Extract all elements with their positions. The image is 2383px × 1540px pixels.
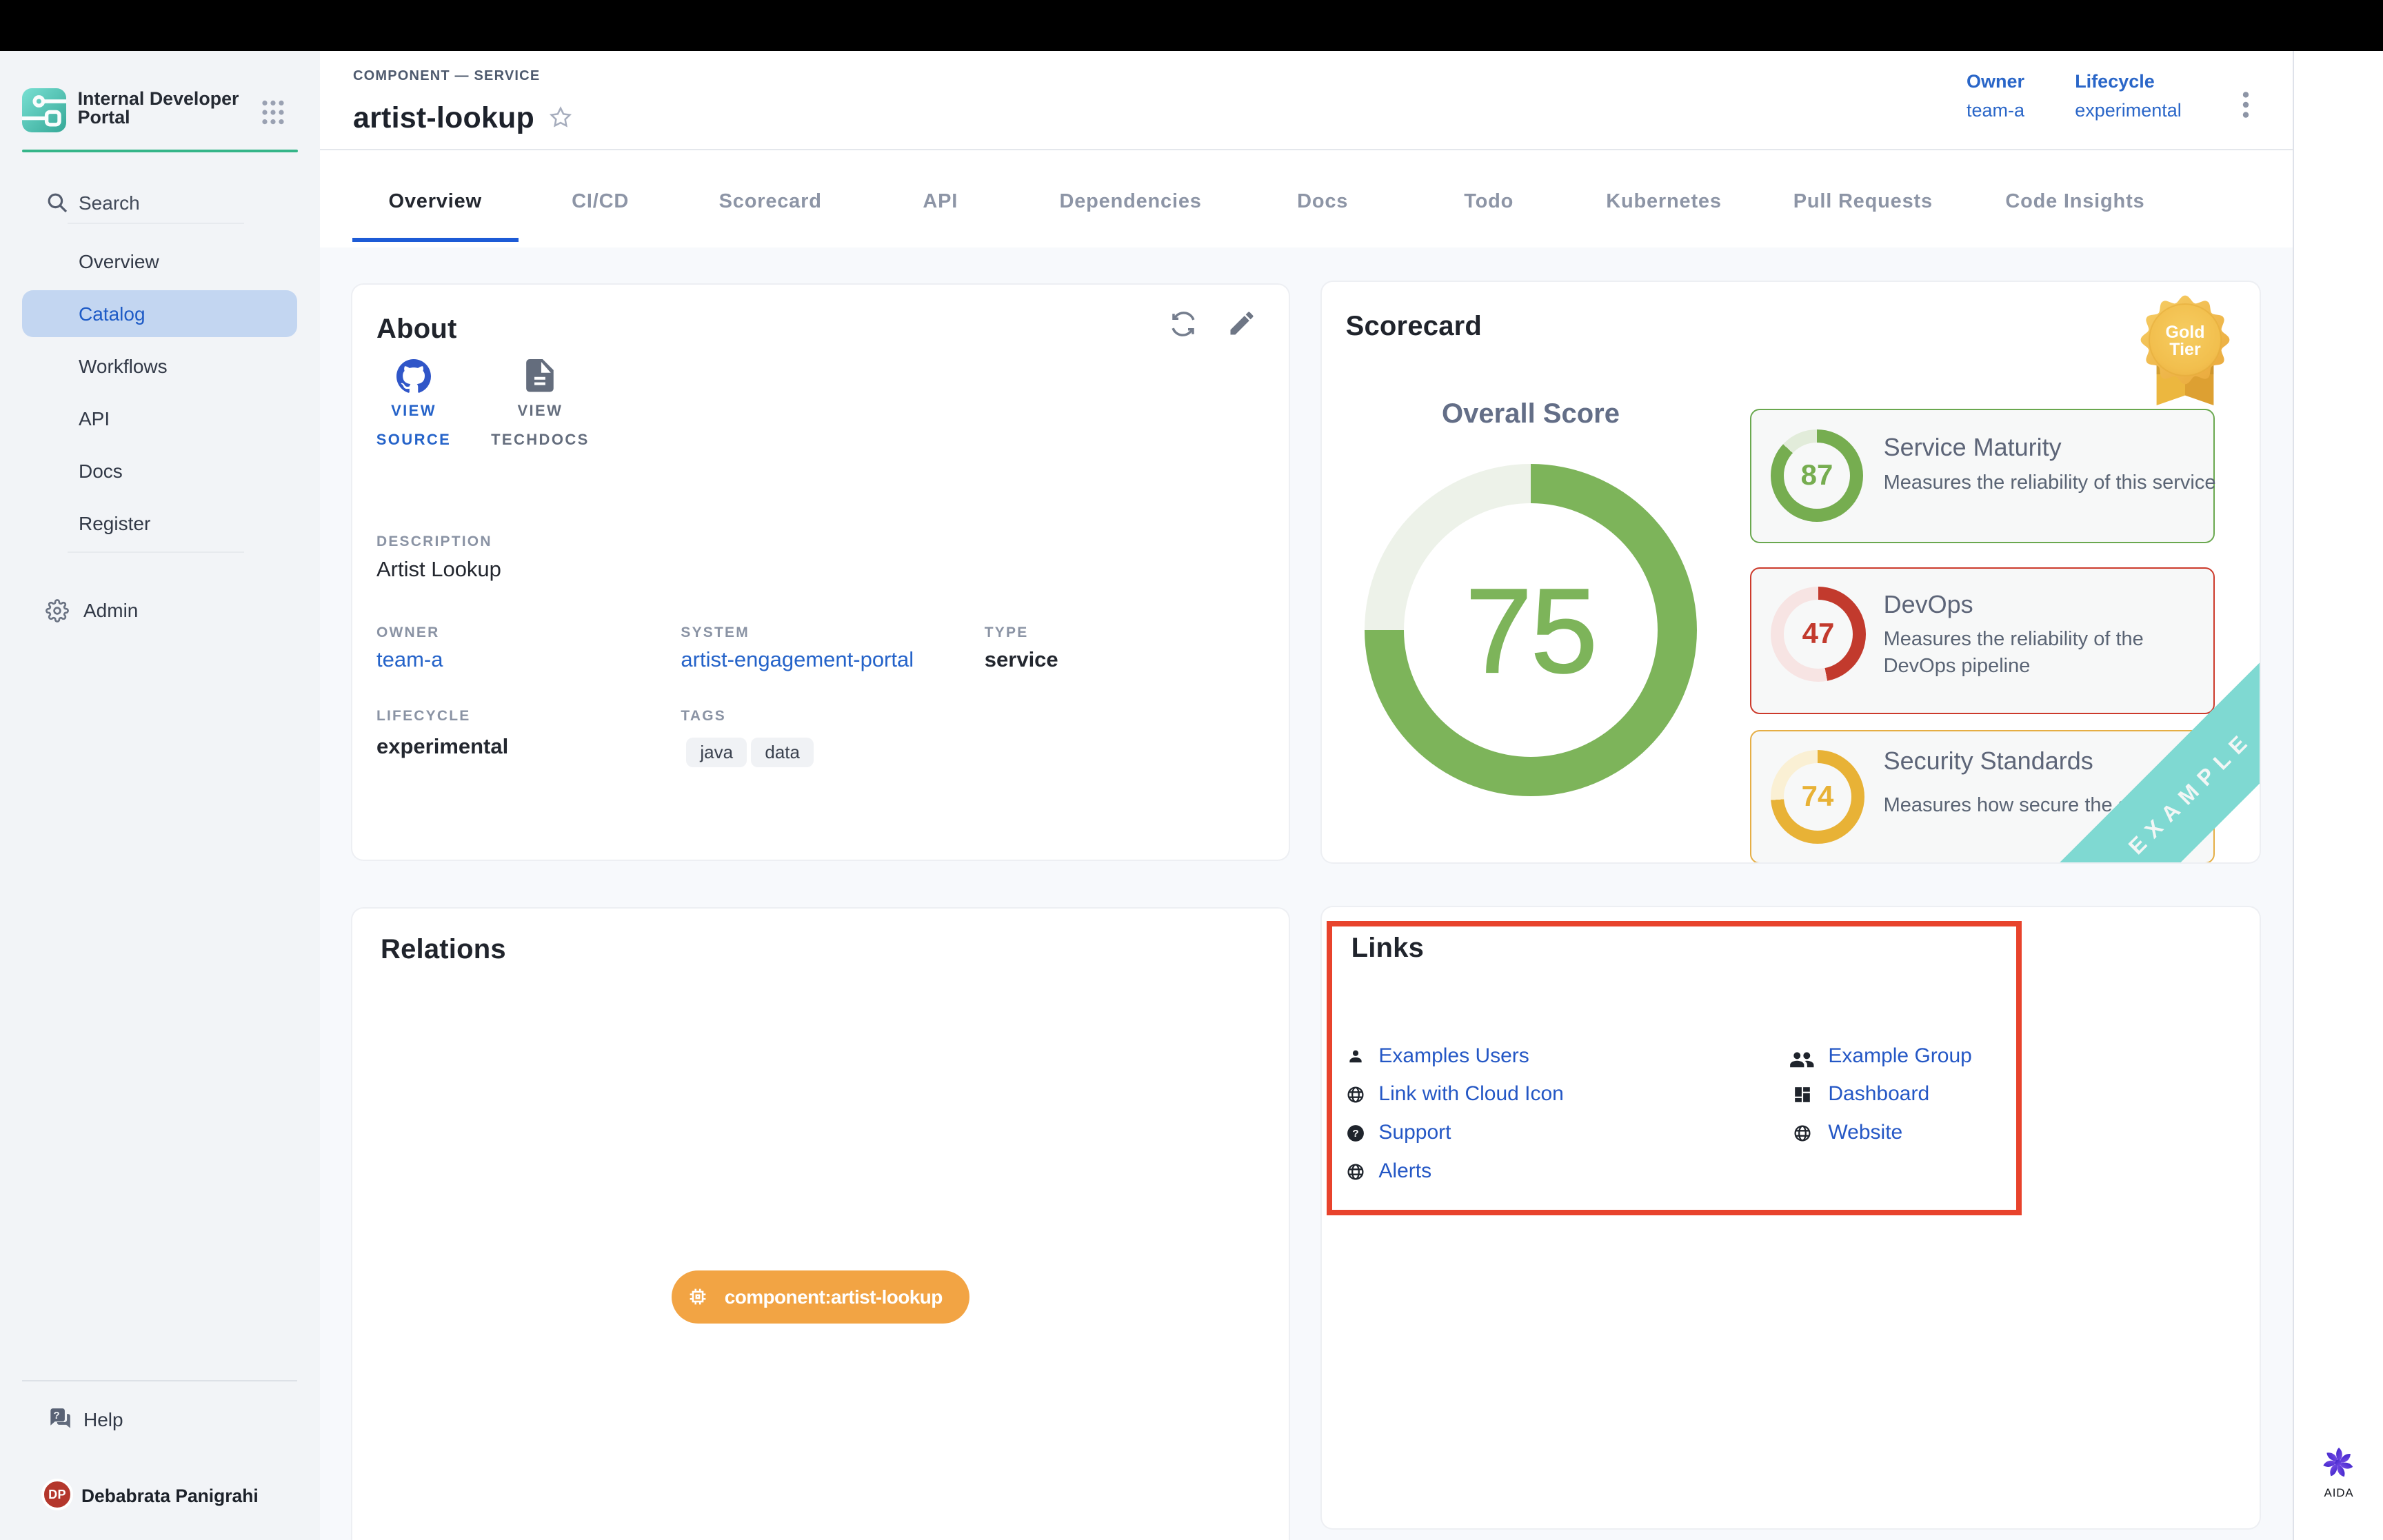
svg-text:Tier: Tier bbox=[2169, 340, 2201, 359]
svg-text:Gold: Gold bbox=[2165, 323, 2204, 342]
svg-text:?: ? bbox=[53, 1410, 59, 1421]
